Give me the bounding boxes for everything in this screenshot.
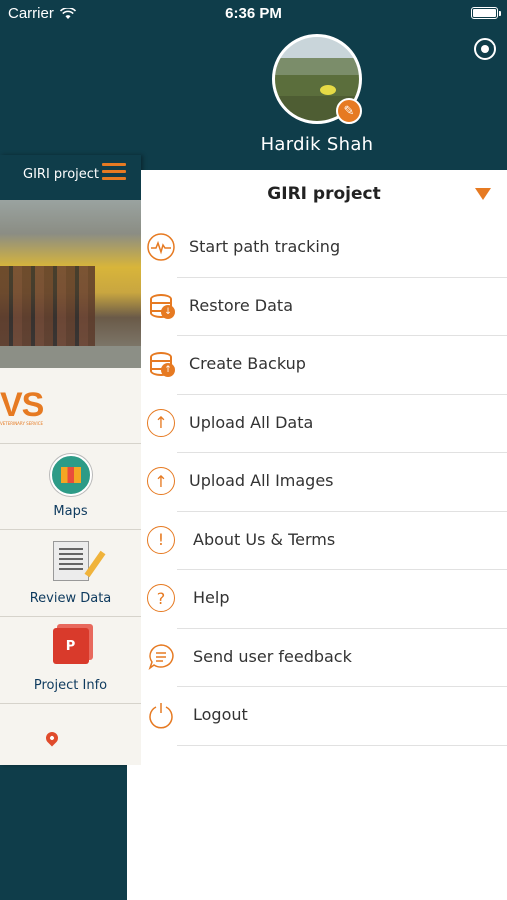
edit-pencil-icon[interactable]: ✎	[336, 98, 362, 124]
menu-item-label: About Us & Terms	[193, 529, 336, 549]
document-edit-icon	[52, 541, 89, 581]
sync-icon[interactable]	[474, 38, 496, 60]
background-header: GIRI project	[0, 155, 141, 200]
menu-item-label: Logout	[193, 705, 248, 724]
menu-item-create-backup[interactable]: ↑ Create Backup	[141, 336, 507, 395]
dropdown-caret-icon	[475, 188, 491, 200]
menu-item-help[interactable]: ? Help	[141, 570, 507, 629]
feedback-icon	[148, 643, 174, 670]
tile-project-info[interactable]: P Project Info	[0, 618, 141, 704]
menu-item-label: Start path tracking	[189, 237, 341, 256]
powerpoint-icon: P	[52, 628, 89, 664]
menu-item-label: Upload All Images	[189, 471, 334, 490]
upload-icon: ↑	[147, 408, 175, 437]
menu-item-label: Upload All Data	[189, 412, 314, 432]
tile-label: Review Data	[29, 591, 112, 606]
menu-item-label: Help	[193, 588, 230, 607]
tile-review-data[interactable]: Review Data	[0, 531, 141, 617]
upload-badge-icon: ↑	[161, 363, 175, 377]
path-tracking-icon	[147, 233, 175, 261]
menu-item-upload-all-images[interactable]: ↑ Upload All Images	[141, 453, 507, 512]
map-icon	[49, 454, 92, 496]
upload-icon: ↑	[147, 467, 175, 495]
project-selector[interactable]: GIRI project	[141, 170, 507, 220]
organization-logo: VS VETERINARY SERVICE	[0, 368, 141, 444]
menu-item-send-user-feedback[interactable]: Send user feedback	[141, 629, 507, 687]
profile-header: ✎ Hardik Shah	[127, 28, 507, 170]
tile-label: Project Info	[33, 678, 108, 693]
team-photo	[0, 200, 141, 368]
background-project-title: GIRI project	[23, 167, 100, 182]
menu-item-about-us-terms[interactable]: ! About Us & Terms	[141, 512, 507, 570]
menu-item-start-path-tracking[interactable]: Start path tracking	[141, 219, 507, 278]
menu-item-label: Send user feedback	[193, 646, 352, 666]
status-bar: Carrier 6:36 PM	[0, 0, 507, 28]
location-pin-icon	[43, 729, 61, 747]
logo-text: VS	[0, 386, 44, 424]
tile-label: Maps	[53, 504, 88, 519]
drawer-bottom-area	[127, 765, 507, 900]
menu-item-label: Restore Data	[189, 295, 293, 315]
user-name: Hardik Shah	[260, 134, 374, 155]
logo-subtext: VETERINARY SERVICE	[0, 421, 44, 426]
help-icon: ?	[147, 584, 175, 612]
menu-item-upload-all-data[interactable]: ↑ Upload All Data	[141, 395, 507, 453]
power-icon	[149, 703, 173, 729]
hamburger-menu-icon[interactable]	[102, 163, 126, 181]
status-time: 6:36 PM	[225, 5, 282, 22]
tile-location[interactable]	[0, 705, 141, 791]
menu-item-label: Create Backup	[189, 354, 306, 373]
battery-icon	[471, 7, 501, 19]
menu-item-restore-data[interactable]: ↓ Restore Data	[141, 278, 507, 336]
download-badge-icon: ↓	[161, 304, 175, 319]
background-screen: GIRI project VS VETERINARY SERVICE Maps …	[0, 155, 141, 765]
project-selector-label: GIRI project	[267, 184, 381, 204]
tile-maps[interactable]: Maps	[0, 444, 141, 530]
menu-item-logout[interactable]: Logout	[141, 687, 507, 746]
info-exclamation-icon: !	[147, 525, 175, 554]
